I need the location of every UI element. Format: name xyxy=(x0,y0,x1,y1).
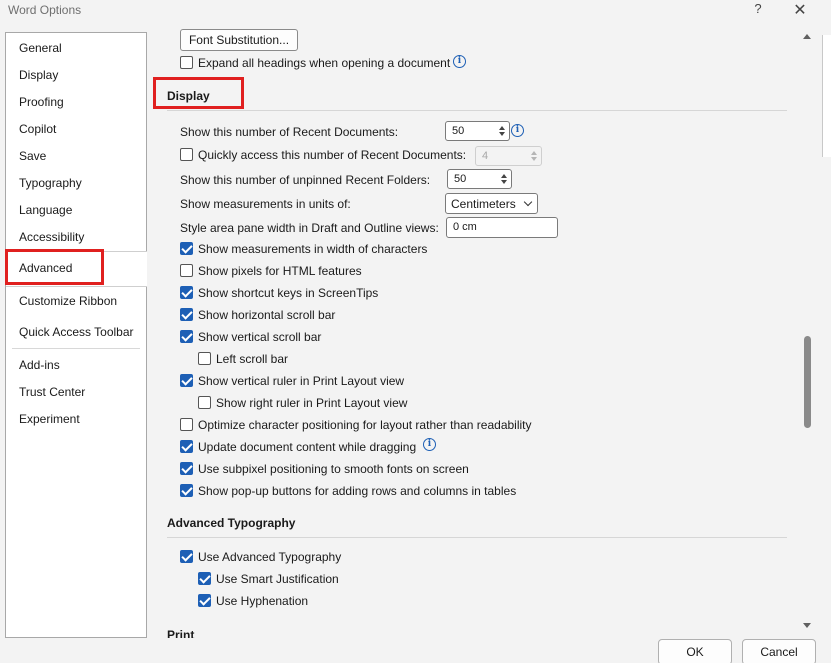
expand-headings-label: Expand all headings when opening a docum… xyxy=(198,56,451,70)
options-nav: General Display Proofing Copilot Save Ty… xyxy=(5,32,147,638)
spinner-down-icon[interactable] xyxy=(499,132,505,136)
vertical-ruler-checkbox[interactable] xyxy=(180,374,193,387)
info-icon[interactable]: i xyxy=(423,438,436,451)
background-window-edge xyxy=(822,35,831,157)
info-icon[interactable]: i xyxy=(453,55,466,68)
close-button[interactable]: ✕ xyxy=(790,0,810,20)
advanced-options-panel: Font Substitution... Expand all headings… xyxy=(152,22,800,638)
measurements-dropdown[interactable]: Centimeters xyxy=(445,193,538,214)
nav-item-trust-center[interactable]: Trust Center xyxy=(19,385,85,399)
checkbox-label: Show measurements in width of characters xyxy=(198,242,428,256)
shortcut-keys-checkbox[interactable] xyxy=(180,286,193,299)
nav-item-typography[interactable]: Typography xyxy=(19,176,82,190)
nav-item-general[interactable]: General xyxy=(19,41,62,55)
checkbox-label: Show right ruler in Print Layout view xyxy=(216,396,408,410)
subpixel-checkbox[interactable] xyxy=(180,462,193,475)
checkbox-label: Use subpixel positioning to smooth fonts… xyxy=(198,462,469,476)
checkbox-label: Show pop-up buttons for adding rows and … xyxy=(198,484,517,498)
left-scroll-checkbox[interactable] xyxy=(198,352,211,365)
help-button[interactable]: ? xyxy=(751,1,765,16)
cancel-button[interactable]: Cancel xyxy=(742,639,816,663)
ok-button[interactable]: OK xyxy=(658,639,732,663)
smart-justification-checkbox[interactable] xyxy=(198,572,211,585)
measurements-width-checkbox[interactable] xyxy=(180,242,193,255)
expand-headings-checkbox[interactable] xyxy=(180,56,193,69)
unpinned-folders-label: Show this number of unpinned Recent Fold… xyxy=(180,173,431,187)
section-divider xyxy=(167,537,787,538)
nav-item-customize-ribbon[interactable]: Customize Ribbon xyxy=(19,294,117,308)
advanced-highlight-box xyxy=(5,249,104,285)
recent-docs-label: Show this number of Recent Documents: xyxy=(180,125,399,139)
horizontal-scroll-checkbox[interactable] xyxy=(180,308,193,321)
quick-access-spinner[interactable]: 4 xyxy=(475,146,542,166)
measurements-value: Centimeters xyxy=(451,197,516,211)
nav-item-add-ins[interactable]: Add-ins xyxy=(19,358,60,372)
nav-item-language[interactable]: Language xyxy=(19,203,72,217)
scroll-down-icon[interactable] xyxy=(803,623,811,628)
info-icon[interactable]: i xyxy=(511,124,524,137)
nav-item-display[interactable]: Display xyxy=(19,68,58,82)
style-area-label: Style area pane width in Draft and Outli… xyxy=(180,221,439,235)
unpinned-folders-spinner[interactable]: 50 xyxy=(447,169,512,189)
checkbox-label: Use Smart Justification xyxy=(216,572,339,586)
checkbox-label: Left scroll bar xyxy=(216,352,289,366)
nav-item-proofing[interactable]: Proofing xyxy=(19,95,64,109)
hyphenation-checkbox[interactable] xyxy=(198,594,211,607)
checkbox-label: Update document content while dragging xyxy=(198,440,417,454)
update-dragging-checkbox[interactable] xyxy=(180,440,193,453)
display-highlight-box xyxy=(153,77,244,109)
nav-item-accessibility[interactable]: Accessibility xyxy=(19,230,84,244)
checkbox-label: Show horizontal scroll bar xyxy=(198,308,336,322)
spinner-up-icon[interactable] xyxy=(531,151,537,155)
content-scrollbar[interactable] xyxy=(800,30,816,640)
checkbox-label: Show vertical scroll bar xyxy=(198,330,322,344)
checkbox-label: Show pixels for HTML features xyxy=(198,264,362,278)
quick-access-checkbox[interactable] xyxy=(180,148,193,161)
recent-docs-spinner[interactable]: 50 xyxy=(445,121,510,141)
checkbox-label: Show shortcut keys in ScreenTips xyxy=(198,286,379,300)
spinner-down-icon[interactable] xyxy=(501,180,507,184)
quick-access-value: 4 xyxy=(482,150,489,162)
nav-item-quick-access-toolbar[interactable]: Quick Access Toolbar xyxy=(19,325,134,339)
recent-docs-value: 50 xyxy=(452,125,465,137)
spinner-down-icon[interactable] xyxy=(531,157,537,161)
spinner-up-icon[interactable] xyxy=(501,174,507,178)
vertical-scroll-checkbox[interactable] xyxy=(180,330,193,343)
checkbox-label: Use Advanced Typography xyxy=(198,550,342,564)
print-section-heading: Print xyxy=(167,628,195,638)
checkbox-label: Use Hyphenation xyxy=(216,594,309,608)
optimize-positioning-checkbox[interactable] xyxy=(180,418,193,431)
advanced-typography-checkbox[interactable] xyxy=(180,550,193,563)
title-bar: Word Options ? ✕ xyxy=(0,0,831,22)
style-area-input[interactable]: 0 cm xyxy=(446,217,558,238)
font-substitution-button[interactable]: Font Substitution... xyxy=(180,29,298,51)
chevron-down-icon xyxy=(523,197,533,207)
style-area-value: 0 cm xyxy=(453,221,477,233)
nav-item-save[interactable]: Save xyxy=(19,149,46,163)
advanced-typography-heading: Advanced Typography xyxy=(167,516,296,530)
checkbox-label: Optimize character positioning for layou… xyxy=(198,418,532,432)
popup-buttons-checkbox[interactable] xyxy=(180,484,193,497)
window-title: Word Options xyxy=(8,3,82,17)
measurements-label: Show measurements in units of: xyxy=(180,197,351,211)
nav-item-copilot[interactable]: Copilot xyxy=(19,122,56,136)
right-ruler-checkbox[interactable] xyxy=(198,396,211,409)
pixels-html-checkbox[interactable] xyxy=(180,264,193,277)
section-divider xyxy=(167,110,787,111)
unpinned-folders-value: 50 xyxy=(454,173,467,185)
spinner-up-icon[interactable] xyxy=(499,126,505,130)
checkbox-label: Show vertical ruler in Print Layout view xyxy=(198,374,405,388)
scroll-up-icon[interactable] xyxy=(803,34,811,39)
nav-item-experiment[interactable]: Experiment xyxy=(19,412,80,426)
quick-access-label: Quickly access this number of Recent Doc… xyxy=(198,148,467,162)
nav-divider xyxy=(12,348,140,349)
scrollbar-thumb[interactable] xyxy=(804,336,811,428)
